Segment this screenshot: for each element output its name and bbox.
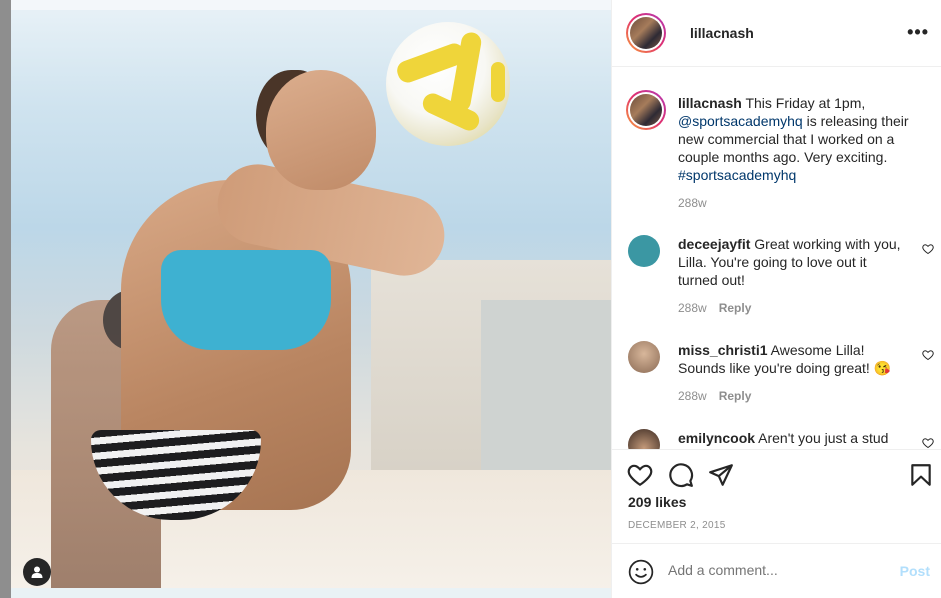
photo-building-2 <box>481 300 611 470</box>
photo-player-head <box>266 70 376 190</box>
comment-text: emilyncook Aren't you just a stud <box>678 429 908 447</box>
comment-like-heart-icon[interactable] <box>922 437 934 449</box>
caption-text: lillacnash This Friday at 1pm, @sportsac… <box>678 94 923 184</box>
photo-player-top <box>161 250 331 350</box>
save-bookmark-icon[interactable] <box>908 462 934 488</box>
photo-bottom-band <box>11 588 611 598</box>
comment-avatar[interactable] <box>628 341 660 373</box>
caption-username[interactable]: lillacnash <box>678 95 742 111</box>
comment-username[interactable]: miss_christi1 <box>678 342 768 358</box>
comment-username[interactable]: emilyncook <box>678 430 755 446</box>
reply-button[interactable]: Reply <box>719 389 752 403</box>
comment-timestamp[interactable]: 288w <box>678 301 707 315</box>
post-actions: 209 likes DECEMBER 2, 2015 <box>612 449 941 543</box>
person-icon <box>31 566 43 578</box>
post-header: lillacnash ••• <box>612 0 941 67</box>
more-options-button[interactable]: ••• <box>907 22 929 43</box>
post-date[interactable]: DECEMBER 2, 2015 <box>628 520 726 531</box>
comment-text: miss_christi1 Awesome Lilla! Sounds like… <box>678 341 908 377</box>
comment-body: Aren't you just a stud <box>755 430 889 446</box>
photo-volleyball <box>386 22 510 146</box>
comment-meta: 288w Reply <box>678 301 751 315</box>
post-side-panel: lillacnash ••• lillacnash This Friday at… <box>611 0 941 598</box>
author-avatar[interactable] <box>626 13 666 53</box>
like-heart-icon[interactable] <box>627 462 653 488</box>
caption-hashtag-link[interactable]: #sportsacademyhq <box>678 167 796 183</box>
comment-avatar[interactable] <box>628 429 660 449</box>
reply-button[interactable]: Reply <box>719 301 752 315</box>
comments-section[interactable]: lillacnash This Friday at 1pm, @sportsac… <box>612 68 941 449</box>
share-paper-plane-icon[interactable] <box>708 462 734 488</box>
caption-text-before: This Friday at 1pm, <box>741 95 866 111</box>
comment-meta: 288w Reply <box>678 389 751 403</box>
comment-timestamp[interactable]: 288w <box>678 389 707 403</box>
photo-top-band <box>11 0 611 10</box>
author-username[interactable]: lillacnash <box>690 25 754 41</box>
add-comment-input[interactable] <box>668 562 878 578</box>
post-comment-button[interactable]: Post <box>900 563 930 579</box>
caption-timestamp[interactable]: 288w <box>678 196 707 210</box>
comment-username[interactable]: deceejayfit <box>678 236 750 252</box>
comment-text: deceejayfit Great working with you, Lill… <box>678 235 908 289</box>
caption-avatar[interactable] <box>626 90 666 130</box>
add-comment-bar: Post <box>612 543 941 598</box>
comment-bubble-icon[interactable] <box>668 462 694 488</box>
emoji-smiley-icon[interactable] <box>628 559 654 585</box>
likes-count[interactable]: 209 likes <box>628 494 686 510</box>
comment-avatar[interactable] <box>628 235 660 267</box>
comment-like-heart-icon[interactable] <box>922 243 934 255</box>
post-photo[interactable] <box>11 0 611 598</box>
user-tag-icon[interactable] <box>23 558 51 586</box>
comment-like-heart-icon[interactable] <box>922 349 934 361</box>
left-edge-strip <box>0 0 11 598</box>
caption-mention-link[interactable]: @sportsacademyhq <box>678 113 803 129</box>
